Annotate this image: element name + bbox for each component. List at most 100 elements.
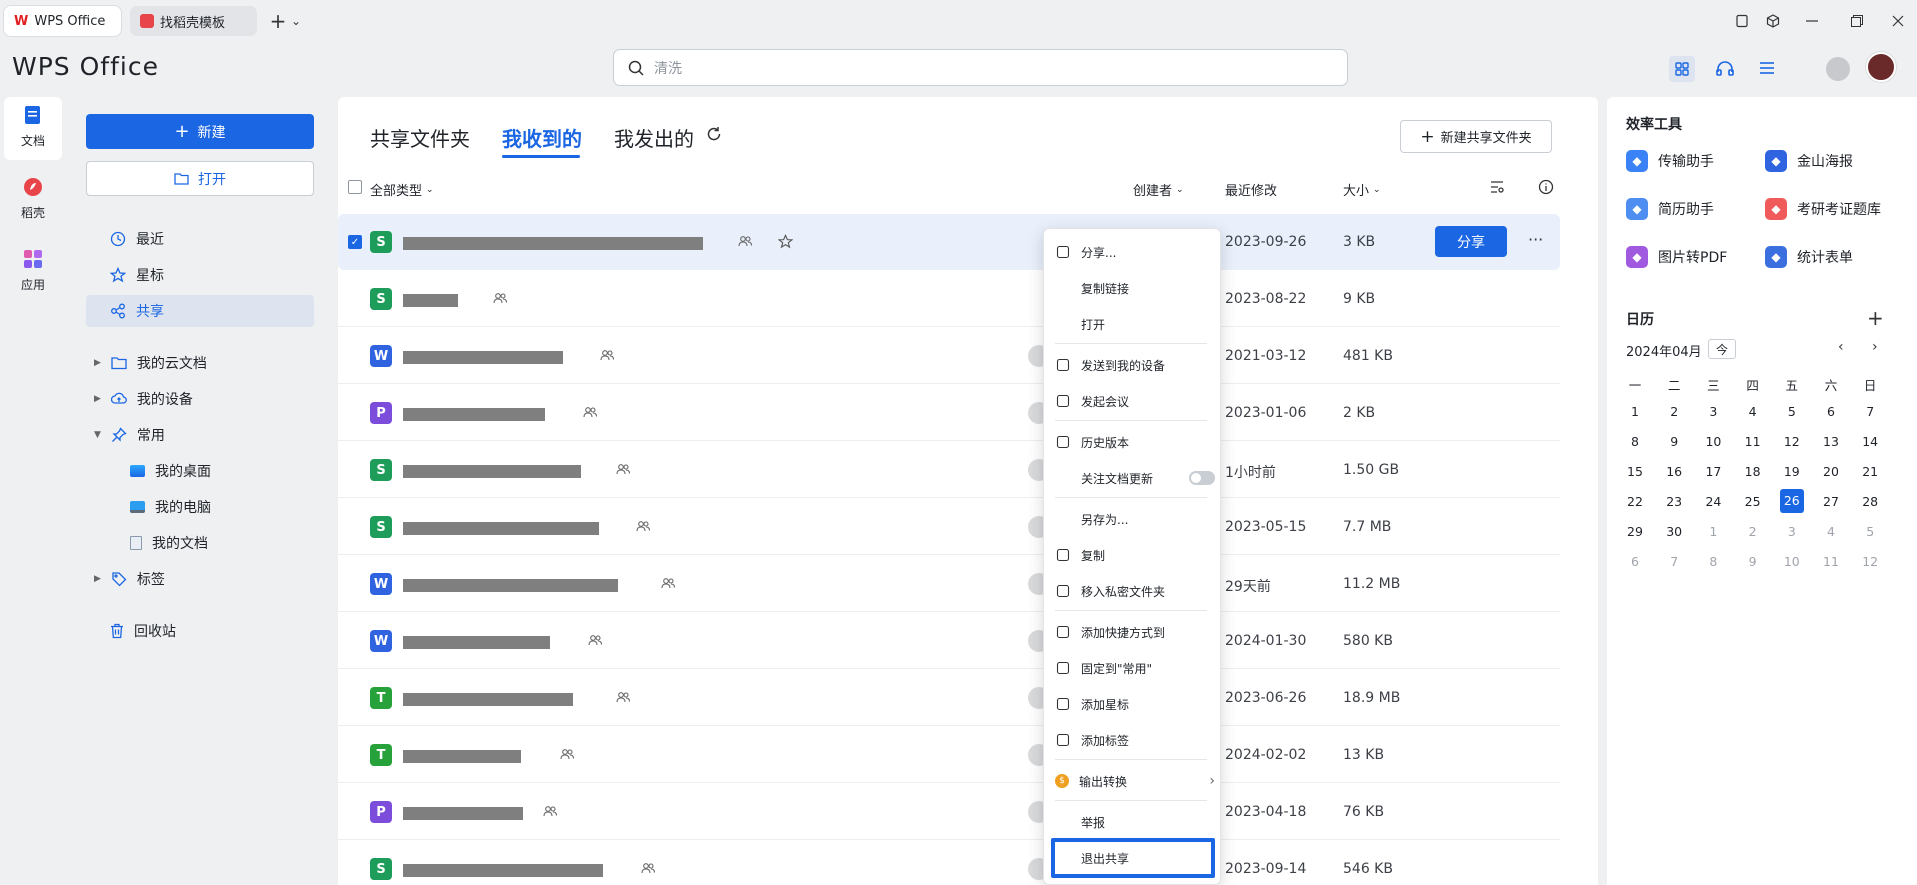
calendar-day[interactable]: 14 bbox=[1858, 434, 1882, 449]
calendar-day[interactable]: 5 bbox=[1858, 524, 1882, 539]
calendar-day[interactable]: 3 bbox=[1701, 404, 1725, 419]
context-menu-item[interactable]: 复制链接 bbox=[1055, 274, 1215, 302]
nav-recent[interactable]: 最近 bbox=[86, 223, 314, 255]
new-button[interactable]: + 新建 bbox=[86, 114, 314, 149]
tool-item[interactable]: ◆ 金山海报 bbox=[1765, 150, 1853, 172]
calendar-day[interactable]: 9 bbox=[1741, 554, 1765, 569]
calendar-day[interactable]: 28 bbox=[1858, 494, 1882, 509]
calendar-day[interactable]: 8 bbox=[1623, 434, 1647, 449]
table-row[interactable]: S 2023-05-15 7.7 MB bbox=[338, 499, 1560, 555]
table-row[interactable]: ✓ S 2023-09-26 3 KB 分享 ··· bbox=[338, 214, 1560, 270]
nav-my-cloud-docs[interactable]: ▶ 我的云文档 bbox=[94, 347, 314, 379]
calendar-day[interactable]: 1 bbox=[1623, 404, 1647, 419]
rail-item-docs[interactable]: 文档 bbox=[4, 104, 62, 149]
info-icon[interactable] bbox=[1538, 179, 1554, 195]
table-row[interactable]: T 2023-06-26 18.9 MB bbox=[338, 670, 1560, 726]
open-button[interactable]: 打开 bbox=[86, 161, 314, 196]
nav-my-desktop[interactable]: 我的桌面 bbox=[130, 455, 314, 487]
calendar-day[interactable]: 10 bbox=[1780, 554, 1804, 569]
calendar-day[interactable]: 2 bbox=[1662, 404, 1686, 419]
calendar-day[interactable]: 9 bbox=[1662, 434, 1686, 449]
prev-month-icon[interactable]: ‹ bbox=[1838, 339, 1844, 355]
context-menu-item[interactable]: 发送到我的设备 bbox=[1055, 351, 1215, 379]
calendar-day[interactable]: 18 bbox=[1741, 464, 1765, 479]
list-menu-icon[interactable] bbox=[1758, 60, 1776, 76]
calendar-day[interactable]: 2 bbox=[1741, 524, 1765, 539]
redacted-file-name[interactable] bbox=[403, 750, 521, 763]
table-row[interactable]: P 2023-04-18 76 KB bbox=[338, 784, 1560, 840]
context-menu-item[interactable]: 移入私密文件夹 bbox=[1055, 577, 1215, 605]
new-shared-folder-button[interactable]: + 新建共享文件夹 bbox=[1400, 120, 1552, 153]
calendar-day[interactable]: 19 bbox=[1780, 464, 1804, 479]
refresh-icon[interactable] bbox=[706, 126, 722, 142]
redacted-file-name[interactable] bbox=[403, 579, 618, 592]
table-row[interactable]: W 29天前 11.2 MB bbox=[338, 556, 1560, 612]
redacted-file-name[interactable] bbox=[403, 864, 603, 877]
more-icon[interactable]: ··· bbox=[1528, 230, 1543, 249]
calendar-day[interactable]: 16 bbox=[1662, 464, 1686, 479]
nav-starred[interactable]: 星标 bbox=[86, 259, 314, 291]
tab-received[interactable]: 我收到的 bbox=[502, 123, 582, 152]
redacted-file-name[interactable] bbox=[403, 522, 599, 535]
select-all-checkbox[interactable] bbox=[348, 180, 362, 194]
calendar-day[interactable]: 23 bbox=[1662, 494, 1686, 509]
calendar-day[interactable]: 6 bbox=[1819, 404, 1843, 419]
table-row[interactable]: S 1小时前 1.50 GB bbox=[338, 442, 1560, 498]
table-row[interactable]: P 2023-01-06 2 KB bbox=[338, 385, 1560, 441]
redacted-file-name[interactable] bbox=[403, 237, 703, 250]
calendar-day[interactable]: 5 bbox=[1780, 404, 1804, 419]
nav-tags[interactable]: ▶ 标签 bbox=[94, 563, 314, 595]
tool-item[interactable]: ◆ 传输助手 bbox=[1626, 150, 1714, 172]
calendar-day[interactable]: 11 bbox=[1741, 434, 1765, 449]
tab-docer-templates[interactable]: 找稻壳模板 bbox=[130, 6, 257, 36]
calendar-day[interactable]: 1 bbox=[1701, 524, 1725, 539]
follow-updates-toggle[interactable] bbox=[1189, 471, 1215, 485]
cube-icon[interactable] bbox=[1761, 9, 1785, 33]
rail-item-apps[interactable]: 应用 bbox=[4, 248, 62, 293]
table-row[interactable]: T 2024-02-02 13 KB bbox=[338, 727, 1560, 783]
tab-shared-folders[interactable]: 共享文件夹 bbox=[370, 123, 470, 152]
nav-my-devices[interactable]: ▶ 我的设备 bbox=[94, 383, 314, 415]
next-month-icon[interactable]: › bbox=[1872, 339, 1878, 355]
share-button[interactable]: 分享 bbox=[1435, 226, 1507, 257]
redacted-file-name[interactable] bbox=[403, 693, 573, 706]
creator-column-header[interactable]: 创建者 ⌄ bbox=[1133, 180, 1184, 199]
context-menu-item[interactable]: 添加标签 bbox=[1055, 726, 1215, 754]
context-menu-item[interactable]: 复制 bbox=[1055, 541, 1215, 569]
nav-frequent[interactable]: ▼ 常用 bbox=[94, 419, 314, 451]
column-settings-icon[interactable] bbox=[1489, 179, 1505, 195]
modified-column-header[interactable]: 最近修改 bbox=[1225, 180, 1277, 199]
redacted-file-name[interactable] bbox=[403, 294, 458, 307]
calendar-day[interactable]: 27 bbox=[1819, 494, 1843, 509]
grid-view-icon[interactable] bbox=[1669, 56, 1695, 82]
context-menu-item[interactable]: 举报 bbox=[1055, 808, 1215, 836]
context-menu-item[interactable]: 另存为... bbox=[1055, 505, 1215, 533]
tab-wps-office[interactable]: W WPS Office bbox=[4, 6, 121, 36]
calendar-day[interactable]: 30 bbox=[1662, 524, 1686, 539]
calendar-day[interactable]: 7 bbox=[1858, 404, 1882, 419]
copy-window-icon[interactable] bbox=[1730, 9, 1754, 33]
calendar-day[interactable]: 8 bbox=[1701, 554, 1725, 569]
minimize-icon[interactable] bbox=[1800, 9, 1824, 33]
table-row[interactable]: W 2021-03-12 481 KB bbox=[338, 328, 1560, 384]
close-icon[interactable] bbox=[1886, 9, 1910, 33]
today-button[interactable]: 今 bbox=[1708, 339, 1736, 359]
tab-list-chevron-icon[interactable]: ⌄ bbox=[284, 9, 308, 33]
calendar-day[interactable]: 21 bbox=[1858, 464, 1882, 479]
tool-item[interactable]: ◆ 考研考证题库 bbox=[1765, 198, 1881, 220]
context-menu-item[interactable]: 固定到"常用" bbox=[1055, 654, 1215, 682]
redacted-file-name[interactable] bbox=[403, 636, 550, 649]
calendar-day[interactable]: 24 bbox=[1701, 494, 1725, 509]
context-menu-item[interactable]: 关注文档更新 bbox=[1055, 464, 1215, 492]
calendar-day[interactable]: 13 bbox=[1819, 434, 1843, 449]
tab-sent[interactable]: 我发出的 bbox=[614, 123, 694, 152]
context-menu-item[interactable]: 分享... bbox=[1055, 238, 1215, 266]
context-menu-item[interactable]: $ 输出转换 › bbox=[1055, 767, 1215, 795]
membership-icon[interactable] bbox=[1826, 57, 1850, 81]
tool-item[interactable]: ◆ 统计表单 bbox=[1765, 246, 1853, 268]
calendar-day[interactable]: 29 bbox=[1623, 524, 1647, 539]
add-event-icon[interactable]: + bbox=[1867, 306, 1884, 330]
redacted-file-name[interactable] bbox=[403, 465, 581, 478]
search-input[interactable]: 清洗 bbox=[613, 49, 1348, 86]
calendar-day[interactable]: 11 bbox=[1819, 554, 1843, 569]
